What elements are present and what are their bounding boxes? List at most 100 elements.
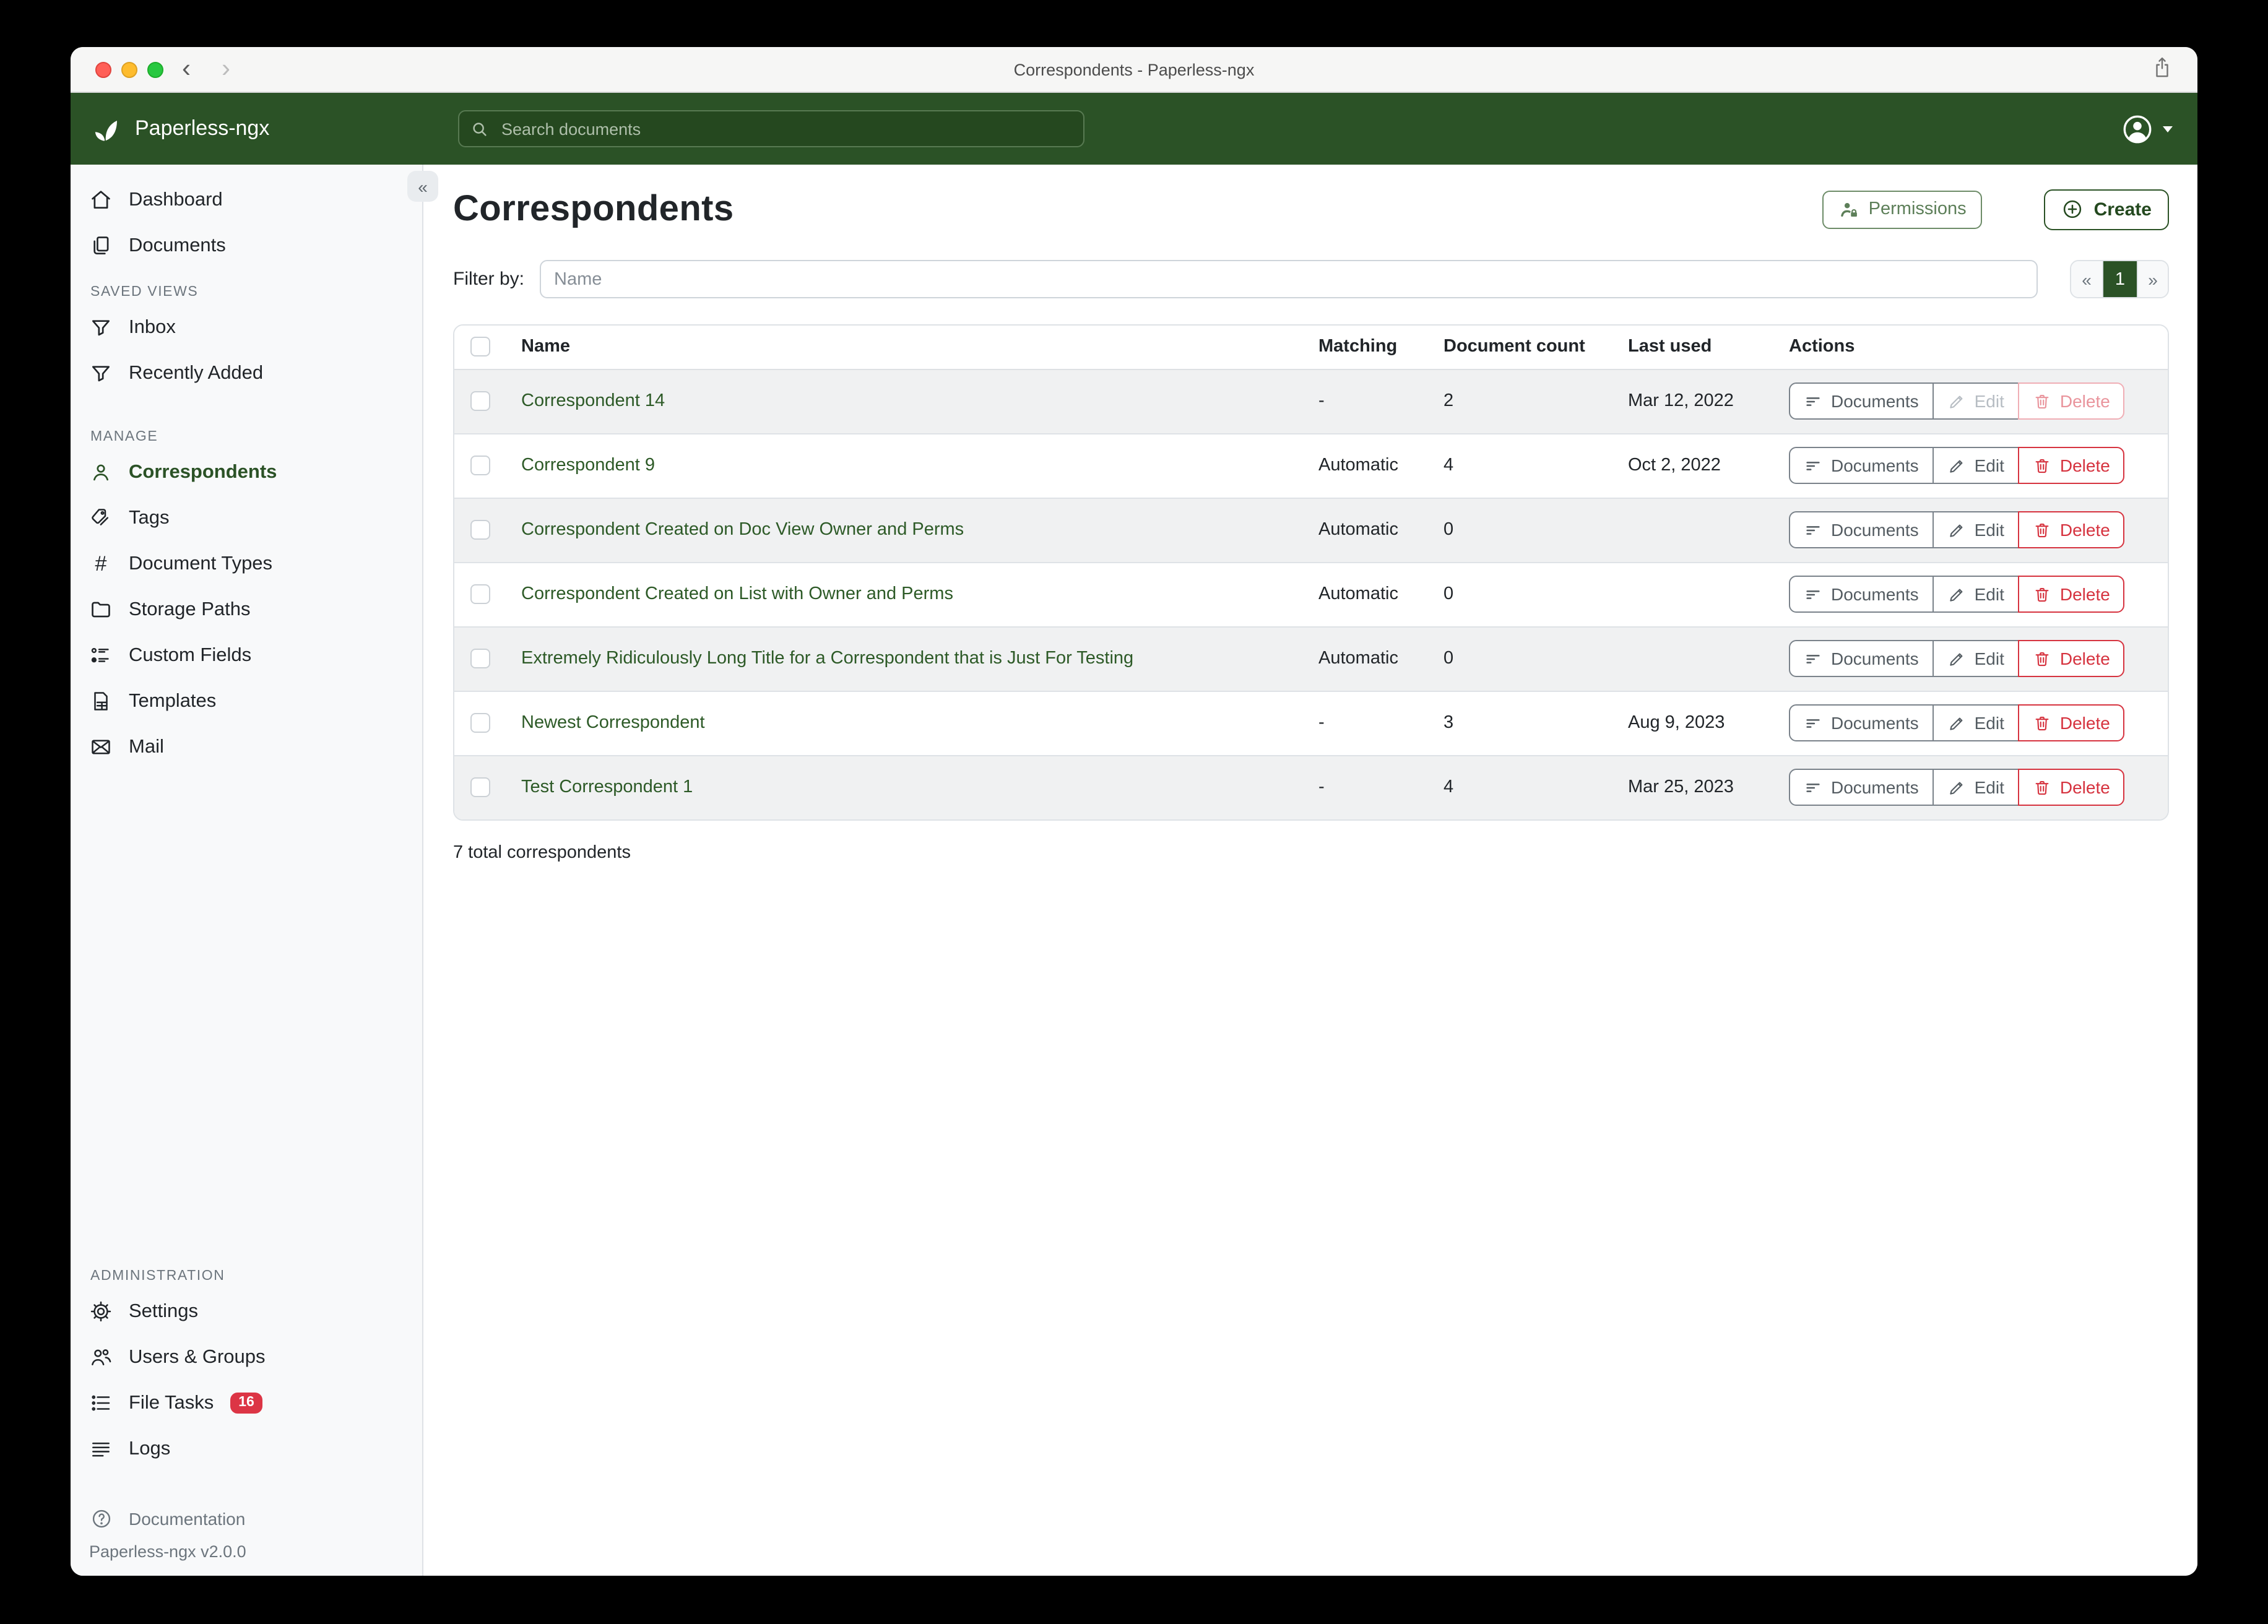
sidebar-item-templates[interactable]: Templates [71, 678, 422, 724]
correspondent-name-link[interactable]: Extremely Ridiculously Long Title for a … [521, 649, 1133, 668]
matching-cell: Automatic [1301, 626, 1426, 691]
documents-button[interactable]: Documents [1789, 511, 1934, 548]
sidebar-item-recently-added[interactable]: Recently Added [71, 350, 422, 396]
filter-lines-icon [1804, 392, 1822, 410]
search-input[interactable] [499, 118, 1072, 139]
pagination-next-button[interactable]: » [2137, 261, 2168, 297]
sidebar-item-inbox[interactable]: Inbox [71, 304, 422, 350]
pagination-prev-button[interactable]: « [2071, 261, 2102, 297]
sidebar-item-mail[interactable]: Mail [71, 724, 422, 770]
correspondent-name-link[interactable]: Correspondent 9 [521, 456, 655, 475]
table-header-row: Name Matching Document count Last used A… [454, 326, 2168, 369]
question-circle-icon [89, 1507, 113, 1531]
correspondent-name-link[interactable]: Correspondent Created on List with Owner… [521, 584, 953, 604]
sidebar-item-tags[interactable]: Tags [71, 495, 422, 541]
main-content: « Correspondents Permissions [423, 165, 2197, 1576]
sidebar: Dashboard Documents SAVED VIEWS Inbox [71, 165, 423, 1576]
sidebar-section-saved-views: SAVED VIEWS [90, 285, 422, 300]
row-checkbox[interactable] [470, 649, 490, 668]
trash-icon [2033, 779, 2051, 797]
share-icon[interactable] [2152, 56, 2173, 79]
row-checkbox[interactable] [470, 778, 490, 798]
person-lock-icon [1839, 199, 1860, 220]
sidebar-item-logs[interactable]: Logs [71, 1426, 422, 1472]
row-checkbox[interactable] [470, 584, 490, 604]
last-used-cell: Mar 25, 2023 [1611, 755, 1772, 819]
leaf-logo-icon [90, 114, 120, 144]
last-used-cell [1611, 498, 1772, 562]
delete-button[interactable]: Delete [2018, 704, 2125, 741]
funnel-icon [89, 361, 113, 385]
edit-button[interactable]: Edit [1933, 511, 2019, 548]
row-actions: Documents Edit Delete [1789, 769, 2125, 806]
sidebar-admin-block: ADMINISTRATION Settings Users & Groups [71, 1253, 422, 1576]
pagination-page-1[interactable]: 1 [2102, 261, 2137, 297]
sidebar-item-documents[interactable]: Documents [71, 223, 422, 269]
correspondent-name-link[interactable]: Newest Correspondent [521, 713, 705, 733]
row-checkbox[interactable] [470, 713, 490, 733]
correspondent-name-link[interactable]: Correspondent Created on Doc View Owner … [521, 520, 964, 540]
sidebar-item-settings[interactable]: Settings [71, 1289, 422, 1334]
edit-button[interactable]: Edit [1933, 704, 2019, 741]
edit-button[interactable]: Edit [1933, 447, 2019, 484]
sidebar-item-documentation[interactable]: Documentation [71, 1499, 422, 1539]
folder-icon [89, 598, 113, 621]
document-count-cell: 2 [1426, 369, 1611, 433]
filter-name-input[interactable] [539, 260, 2038, 298]
delete-button[interactable]: Delete [2018, 576, 2125, 613]
delete-button[interactable]: Delete [2018, 640, 2125, 677]
delete-button[interactable]: Delete [2018, 447, 2125, 484]
last-used-cell [1611, 562, 1772, 626]
edit-button[interactable]: Edit [1933, 382, 2019, 420]
sidebar-item-correspondents[interactable]: Correspondents [71, 449, 422, 495]
column-header-last-used[interactable]: Last used [1611, 326, 1772, 369]
macos-titlebar: ‹ › Correspondents - Paperless-ngx [71, 47, 2197, 93]
permissions-button[interactable]: Permissions [1823, 190, 1983, 228]
brand[interactable]: Paperless-ngx [90, 114, 269, 144]
matching-cell: - [1301, 369, 1426, 433]
create-button[interactable]: Create [2045, 189, 2169, 230]
row-actions: Documents Edit Delete [1789, 447, 2125, 484]
sidebar-item-custom-fields[interactable]: Custom Fields [71, 633, 422, 678]
filter-lines-icon [1804, 649, 1822, 668]
row-checkbox[interactable] [470, 456, 490, 475]
delete-button[interactable]: Delete [2018, 511, 2125, 548]
documents-button[interactable]: Documents [1789, 576, 1934, 613]
sidebar-item-users-groups[interactable]: Users & Groups [71, 1334, 422, 1380]
checklist-icon [89, 644, 113, 667]
documents-button[interactable]: Documents [1789, 382, 1934, 420]
edit-button[interactable]: Edit [1933, 769, 2019, 806]
edit-button[interactable]: Edit [1933, 640, 2019, 677]
sidebar-item-storage-paths[interactable]: Storage Paths [71, 587, 422, 633]
documents-button[interactable]: Documents [1789, 640, 1934, 677]
document-count-cell: 0 [1426, 562, 1611, 626]
delete-button[interactable]: Delete [2018, 769, 2125, 806]
documents-button[interactable]: Documents [1789, 704, 1934, 741]
matching-cell: Automatic [1301, 498, 1426, 562]
sidebar-item-label: Custom Fields [129, 644, 251, 667]
sidebar-item-file-tasks[interactable]: File Tasks 16 [71, 1380, 422, 1426]
select-all-checkbox[interactable] [470, 337, 490, 357]
sidebar-item-document-types[interactable]: # Document Types [71, 541, 422, 587]
table-row: Correspondent 9 Automatic 4 Oct 2, 2022 … [454, 433, 2168, 498]
row-actions: Documents Edit Delete [1789, 511, 2125, 548]
delete-button[interactable]: Delete [2018, 382, 2125, 420]
matching-cell: Automatic [1301, 562, 1426, 626]
correspondent-name-link[interactable]: Test Correspondent 1 [521, 778, 693, 798]
documents-button[interactable]: Documents [1789, 447, 1934, 484]
row-actions: Documents Edit Delete [1789, 640, 2125, 677]
sidebar-collapse-button[interactable]: « [407, 171, 438, 202]
documents-button[interactable]: Documents [1789, 769, 1934, 806]
sidebar-item-dashboard[interactable]: Dashboard [71, 177, 422, 223]
matching-cell: - [1301, 691, 1426, 755]
column-header-name[interactable]: Name [504, 326, 1301, 369]
user-menu[interactable] [2121, 93, 2173, 165]
column-header-matching[interactable]: Matching [1301, 326, 1426, 369]
avatar [2121, 112, 2154, 145]
funnel-icon [89, 316, 113, 339]
correspondent-name-link[interactable]: Correspondent 14 [521, 391, 665, 411]
row-checkbox[interactable] [470, 391, 490, 411]
edit-button[interactable]: Edit [1933, 576, 2019, 613]
column-header-document-count[interactable]: Document count [1426, 326, 1611, 369]
row-checkbox[interactable] [470, 520, 490, 540]
